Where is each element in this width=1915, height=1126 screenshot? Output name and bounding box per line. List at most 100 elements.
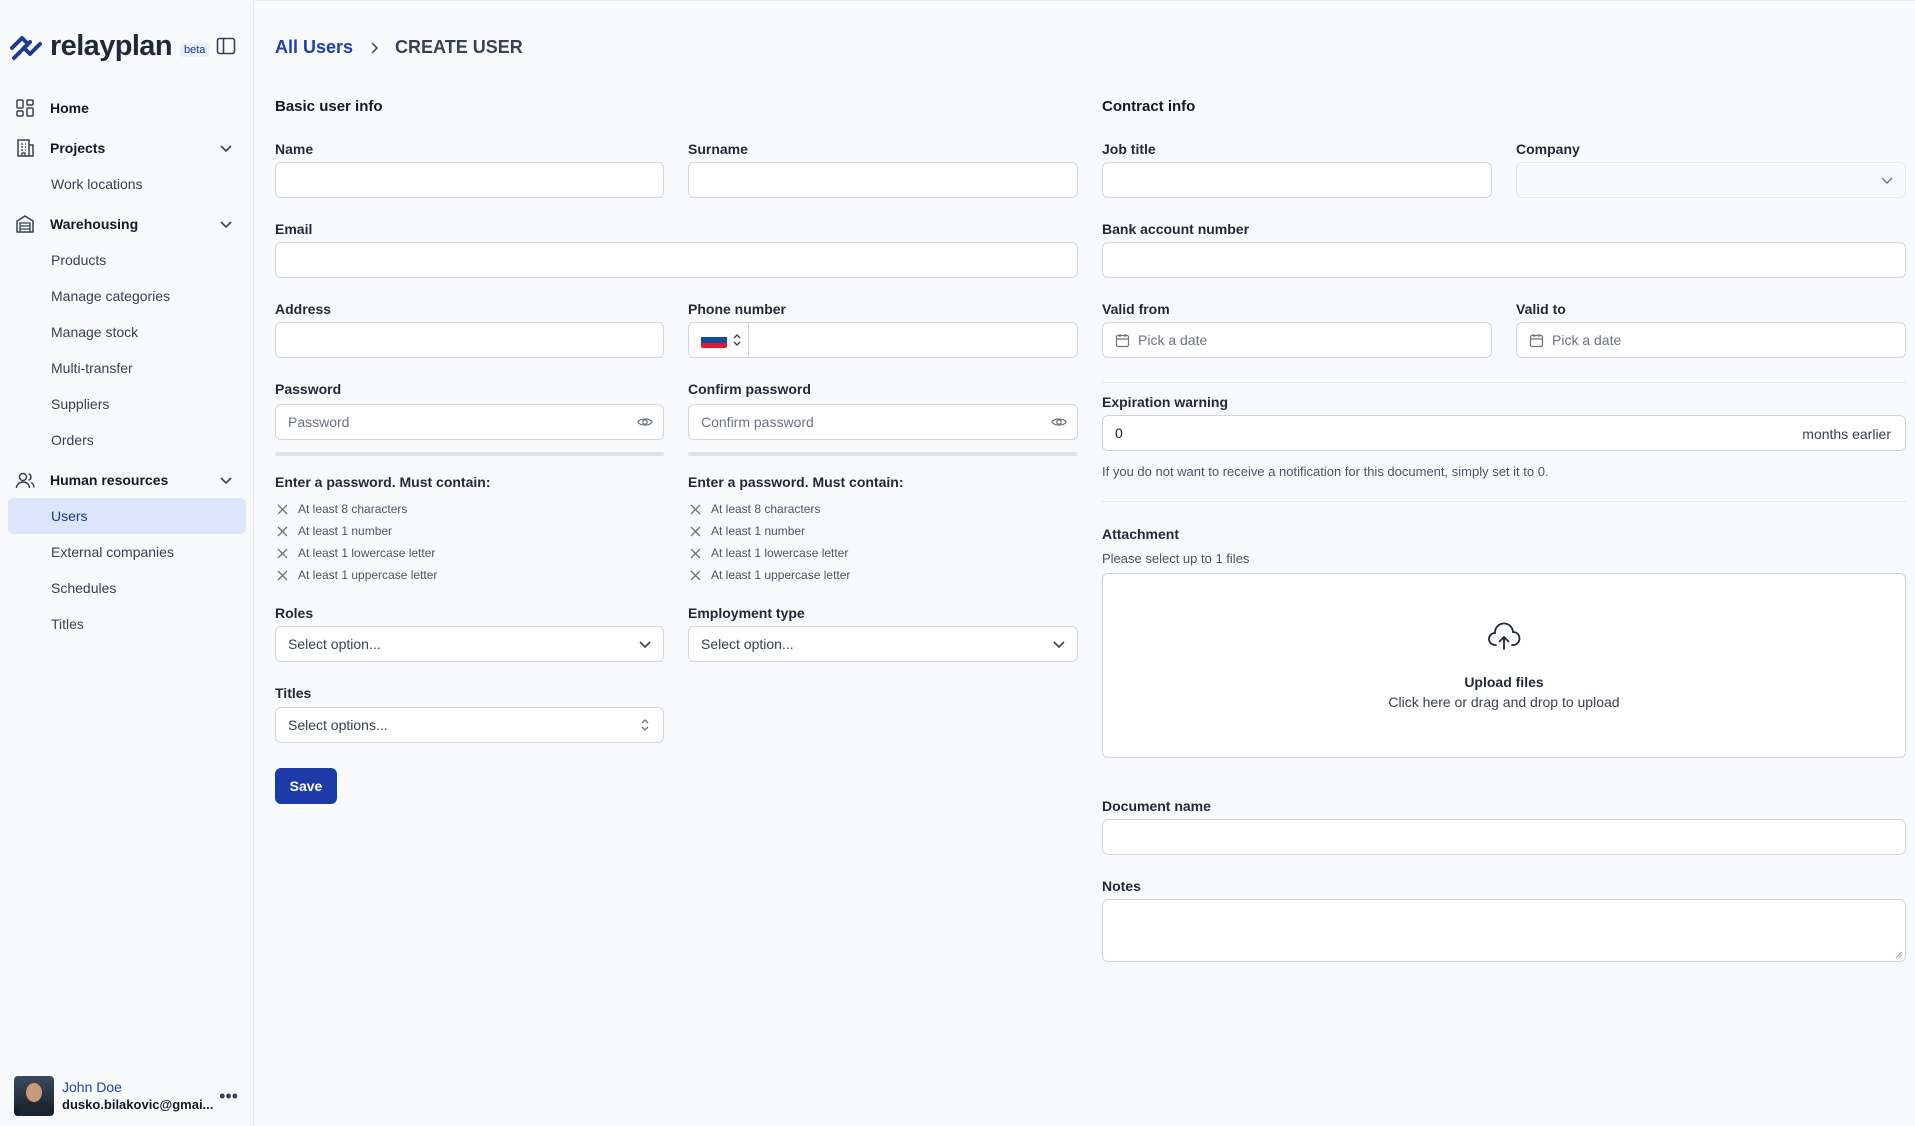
x-icon: [277, 570, 288, 580]
resize-handle-icon[interactable]: [1894, 950, 1903, 959]
password-hint: Enter a password. Must contain:: [275, 474, 491, 490]
valid-to-datepicker[interactable]: Pick a date: [1516, 322, 1906, 358]
avatar: [14, 1076, 54, 1116]
employment-type-placeholder: Select option...: [701, 636, 794, 652]
file-dropzone[interactable]: Upload files Click here or drag and drop…: [1102, 573, 1906, 758]
sidebar-item-users[interactable]: Users: [8, 498, 246, 534]
requirement-item: At least 1 uppercase letter: [277, 568, 437, 582]
x-icon: [690, 504, 701, 514]
surname-input[interactable]: [688, 162, 1078, 198]
bank-account-input[interactable]: [1102, 242, 1906, 278]
sidebar-item-products[interactable]: Products: [0, 242, 254, 278]
brand-name: relayplan: [50, 29, 173, 62]
chevron-updown-icon: [641, 719, 649, 731]
notes-label: Notes: [1102, 878, 1141, 894]
expiration-warning-input[interactable]: 0 months earlier: [1102, 415, 1906, 451]
email-input[interactable]: [275, 242, 1078, 278]
sidebar-item-label: Warehousing: [50, 216, 139, 232]
sidebar-item-suppliers[interactable]: Suppliers: [0, 386, 254, 422]
sidebar-item-label: Projects: [50, 140, 106, 156]
sidebar-item-work-locations[interactable]: Work locations: [0, 166, 254, 202]
main-content: All Users CREATE USER Basic user info Na…: [255, 0, 1915, 1126]
employment-type-label: Employment type: [688, 605, 805, 621]
breadcrumb-current: CREATE USER: [395, 37, 523, 57]
sidebar-item-manage-stock[interactable]: Manage stock: [0, 314, 254, 350]
name-input[interactable]: [275, 162, 664, 198]
address-input[interactable]: [275, 322, 664, 358]
requirement-item: At least 1 uppercase letter: [690, 568, 850, 582]
sidebar-item-orders[interactable]: Orders: [0, 422, 254, 458]
upload-title: Upload files: [1464, 674, 1544, 690]
save-button[interactable]: Save: [275, 768, 337, 804]
sidebar-item-external-companies[interactable]: External companies: [0, 534, 254, 570]
surname-label: Surname: [688, 141, 748, 157]
requirement-text: At least 8 characters: [298, 502, 408, 516]
password-label: Password: [275, 381, 342, 397]
employment-type-select[interactable]: Select option...: [688, 626, 1078, 662]
x-icon: [277, 526, 288, 536]
more-options-icon[interactable]: •••: [219, 1086, 238, 1107]
basic-info-title: Basic user info: [275, 98, 383, 115]
attachment-help-text: Please select up to 1 files: [1102, 551, 1250, 566]
requirement-item: At least 1 lowercase letter: [690, 546, 848, 560]
months-earlier-suffix: months earlier: [1802, 426, 1891, 442]
roles-select[interactable]: Select option...: [275, 626, 664, 662]
titles-label: Titles: [275, 685, 312, 701]
phone-label: Phone number: [688, 301, 787, 317]
chevron-down-icon[interactable]: [218, 216, 234, 232]
password-input[interactable]: Password: [275, 404, 664, 440]
chevron-down-icon: [1881, 177, 1893, 184]
requirement-item: At least 1 number: [690, 524, 805, 538]
document-name-input[interactable]: [1102, 819, 1906, 855]
job-title-label: Job title: [1102, 141, 1156, 157]
bank-account-label: Bank account number: [1102, 221, 1250, 237]
breadcrumb-all-users[interactable]: All Users: [275, 37, 353, 58]
calendar-icon: [1115, 333, 1130, 347]
sidebar-item-home[interactable]: Home: [0, 90, 254, 126]
name-label: Name: [275, 141, 314, 157]
sidebar-item-titles[interactable]: Titles: [0, 606, 254, 642]
valid-from-datepicker[interactable]: Pick a date: [1102, 322, 1492, 358]
dashboard-icon: [16, 99, 34, 117]
confirm-password-label: Confirm password: [688, 381, 811, 397]
requirement-text: At least 1 uppercase letter: [711, 568, 851, 582]
sidebar-item-manage-categories[interactable]: Manage categories: [0, 278, 254, 314]
sidebar-toggle-icon[interactable]: [215, 35, 237, 57]
eye-icon[interactable]: [1051, 414, 1067, 430]
divider: [1102, 501, 1906, 502]
roles-placeholder: Select option...: [288, 636, 381, 652]
country-code-select[interactable]: [689, 323, 749, 357]
phone-input[interactable]: [688, 322, 1078, 358]
sidebar-item-label: Human resources: [50, 472, 169, 488]
beta-badge: beta: [179, 43, 210, 57]
user-email: dusko.bilakovic@gmai...: [62, 1097, 214, 1112]
sidebar-item-projects[interactable]: Projects: [0, 130, 254, 166]
user-menu[interactable]: John Doe dusko.bilakovic@gmai... •••: [14, 1076, 244, 1116]
notes-textarea[interactable]: [1102, 899, 1906, 962]
upload-subtitle: Click here or drag and drop to upload: [1388, 694, 1620, 710]
sidebar-item-schedules[interactable]: Schedules: [0, 570, 254, 606]
job-title-input[interactable]: [1102, 162, 1492, 198]
user-name: John Doe: [62, 1079, 122, 1095]
password-placeholder: Password: [288, 414, 350, 430]
chevron-down-icon[interactable]: [218, 472, 234, 488]
confirm-password-input[interactable]: Confirm password: [688, 404, 1078, 440]
requirement-text: At least 1 lowercase letter: [711, 546, 849, 560]
sidebar-item-multi-transfer[interactable]: Multi-transfer: [0, 350, 254, 386]
eye-icon[interactable]: [637, 414, 653, 430]
sidebar-item-warehousing[interactable]: Warehousing: [0, 206, 254, 242]
chevron-down-icon: [1053, 641, 1065, 649]
sidebar-item-label: Home: [50, 100, 89, 116]
valid-from-label: Valid from: [1102, 301, 1170, 317]
sidebar-item-human-resources[interactable]: Human resources: [0, 462, 254, 498]
upload-cloud-icon: [1488, 622, 1521, 650]
company-select[interactable]: [1516, 162, 1906, 198]
valid-to-label: Valid to: [1516, 301, 1566, 317]
brand[interactable]: relayplan beta: [8, 26, 210, 66]
sidebar: relayplan beta Home Projects Work locati…: [0, 0, 254, 1126]
address-label: Address: [275, 301, 332, 317]
titles-multiselect[interactable]: Select options...: [275, 707, 664, 743]
confirm-password-hint: Enter a password. Must contain:: [688, 474, 904, 490]
chevron-down-icon[interactable]: [218, 140, 234, 156]
document-name-label: Document name: [1102, 798, 1211, 814]
